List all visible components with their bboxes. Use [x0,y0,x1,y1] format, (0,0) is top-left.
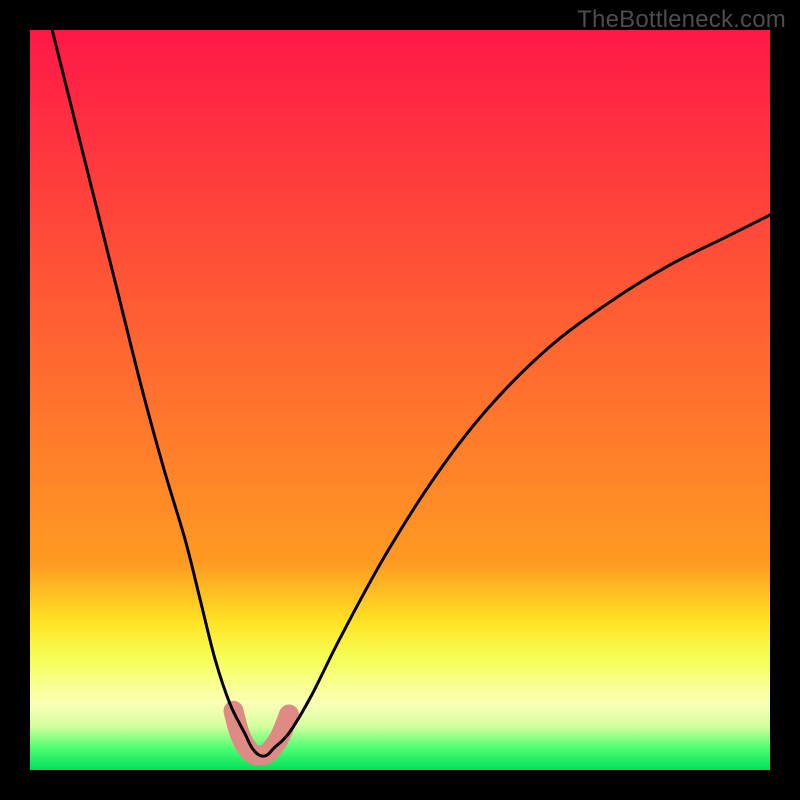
chart-frame: TheBottleneck.com [0,0,800,800]
highlight-marker [234,711,290,756]
curve-layer [30,30,770,770]
watermark-text: TheBottleneck.com [577,6,786,34]
plot-area [30,30,770,770]
bottleneck-curve [52,30,770,756]
